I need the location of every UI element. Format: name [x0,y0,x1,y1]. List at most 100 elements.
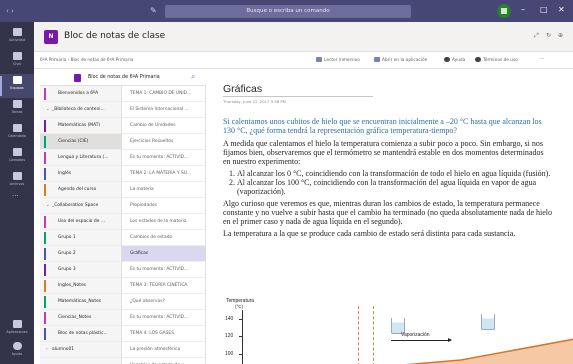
section-label: Grupo 1 [58,235,76,240]
onenote-icon: N [44,30,58,44]
page-date: Thursday, June 22, 2017 3:38 PM [223,99,286,104]
section-item[interactable]: Grupo 1 [40,230,121,246]
chevron-icon[interactable]: ⌄ [46,102,50,117]
section-color-tab [44,264,46,276]
page-item[interactable]: Variables de estado de u... [122,358,206,364]
page-item[interactable]: TEMA 4: LOS GASES [122,326,206,342]
sections-list: Bienvenidos a 6ºA ⌄ _Biblioteca de conteni… [40,86,122,364]
rail-item-tasks[interactable]: Tareas [0,98,34,122]
terms-button[interactable]: Términos de uso [475,57,518,63]
page-item[interactable]: Los estados de la materia [122,214,206,230]
section-item[interactable]: Bloc de notas plástic... [40,326,121,342]
page-item[interactable]: El Sistema Internacional ... [122,102,206,118]
paragraph-1: A medida que calentamos el hielo la temp… [223,139,544,166]
section-color-tab [44,152,46,164]
page-item[interactable]: TEMA 2: LA MATERIA Y SU... [122,166,206,182]
breadcrumb[interactable]: 6ºA Primaria › Bloc de notas de 6ºA Prim… [40,57,133,62]
rail-item-apps[interactable]: Aplicaciones [0,318,34,342]
section-group[interactable]: › alumno01 [40,342,121,358]
teams-icon [12,76,22,84]
page-item[interactable]: Es tu momento: ACTIVID... [122,310,206,326]
section-label: Agenda del curso [58,187,97,192]
rail-item-activity[interactable]: Actividad [0,26,34,50]
briefcase-icon [12,100,22,108]
section-group[interactable]: ⌄ _Collaboration Space [40,198,121,214]
page-title[interactable]: Gráficas [223,83,262,95]
vaporization-arrow [391,338,452,342]
maximize-button[interactable]: □ [540,5,548,14]
rail-item-files[interactable]: Archivos [0,170,34,194]
section-item[interactable]: Bienvenidos a 6ºA [40,86,121,102]
rail-item-calls[interactable]: Llamadas [0,146,34,170]
rail-item-chat[interactable]: Chat [0,50,34,74]
section-item[interactable]: Agenda del curso [40,182,121,198]
chevron-icon[interactable]: ⌄ [46,198,50,213]
numbered-list: Al alcanzar los 0 °C, coincidiendo con l… [223,169,553,196]
page-item[interactable]: La presión atmosférica [122,342,206,358]
section-item[interactable]: Inglés [40,166,121,182]
page-item[interactable]: TEMA 3: TEORÍA CINÉTICA [122,278,206,294]
page-content[interactable]: Gráficas Thursday, June 22, 2017 3:38 PM… [207,70,573,364]
calendar-icon [12,124,22,132]
section-item[interactable]: Uso del espacio de ... [40,214,121,230]
section-color-tab [44,168,46,180]
section-label: Bloc de notas plástic... [58,331,108,336]
page-item[interactable]: Propiedades [122,198,206,214]
section-item[interactable]: Ingles_Notes [40,278,121,294]
channel-title: Bloc de notas de clase [64,31,166,41]
notebook-name[interactable]: Bloc de notas de 6ºA Primaria [88,75,160,80]
chevron-icon[interactable]: › [46,342,48,357]
page-item[interactable]: Cambio de Unidades [122,118,206,134]
rail-item-teams[interactable]: Equipos [0,74,34,98]
page-item[interactable]: Es tu momento: ACTIVID... [122,262,206,278]
notebook-header: Bloc de notas de 6ºA Primaria ⌕ [40,71,206,86]
immersive-reader-button[interactable]: Lector inmersivo [316,57,360,63]
more-apps-icon[interactable]: ··· [12,192,19,200]
page-body[interactable]: Si calentamos unos cubitos de hielo que … [223,117,553,241]
search-icon[interactable]: ⌕ [191,72,195,82]
title-underline [223,96,373,97]
section-group[interactable]: ⌄ _Biblioteca de conteni... [40,102,121,118]
help-button[interactable]: Ayuda [444,57,465,63]
paragraph-2: Algo curioso que veremos es que, mientra… [223,199,552,226]
reader-icon [316,57,322,62]
section-item[interactable]: Grupo 3 [40,262,121,278]
section-item[interactable]: Matemáticas (MAT) [40,118,121,134]
channel-header: N Bloc de notas de clase ⤢ ↻ ⊕ [34,22,573,52]
open-in-app-button[interactable]: Abrir en la aplicación [374,57,427,63]
more-options-button[interactable]: ··· [540,57,544,62]
page-item[interactable]: Ejercicios Resueltos [122,134,206,150]
section-color-tab [44,88,46,100]
notebook-icon [74,74,81,82]
y-tick: 140 [225,316,234,322]
nav-arrows[interactable]: ‹ › [6,7,14,15]
section-item[interactable]: Ciencias (CIE) [40,134,121,150]
section-item[interactable]: Lengua y Literatura (... [40,150,121,166]
page-item[interactable]: Es tu momento: ACTIVID... [122,150,206,166]
rail-item-calendar[interactable]: Calendario [0,122,34,146]
close-button[interactable]: ✕ [558,5,565,14]
page-item[interactable]: La materia [122,182,206,198]
search-input[interactable]: Busque o escriba un comando [165,5,411,18]
page-item[interactable]: Cambios de estado [122,230,206,246]
compose-icon[interactable]: ✎ [150,6,157,15]
avatar[interactable] [497,4,511,18]
section-color-tab [44,312,46,324]
section-item[interactable]: Grupo 2 [40,246,121,262]
section-label: Inglés [58,171,72,176]
heating-diagram: Temperatura (°C) 140 120 100 Vaporizació… [223,296,573,364]
section-item[interactable]: Ciencias_Notes [40,310,121,326]
refresh-icon[interactable]: ↻ [546,32,551,39]
page-item[interactable]: ¿Qué observas? [122,294,206,310]
expand-icon[interactable]: ⤢ [534,32,539,40]
y-axis-unit: (°C) [235,304,244,309]
page-item[interactable]: Gráficas [122,246,206,262]
page-item[interactable]: TEMA 1: CAMBIO DE UNID... [122,86,206,102]
globe-icon[interactable]: ⊕ [558,32,563,39]
list-item: Al alcanzar los 100 °C, coincidiendo con… [237,178,553,196]
minimize-button[interactable]: – [521,5,525,14]
rail-item-help[interactable]: Ayuda [0,340,34,364]
section-label: Matemáticas (MAT) [58,123,101,128]
section-color-tab [44,280,46,292]
section-item[interactable]: Matemáticas_Notes [40,294,121,310]
